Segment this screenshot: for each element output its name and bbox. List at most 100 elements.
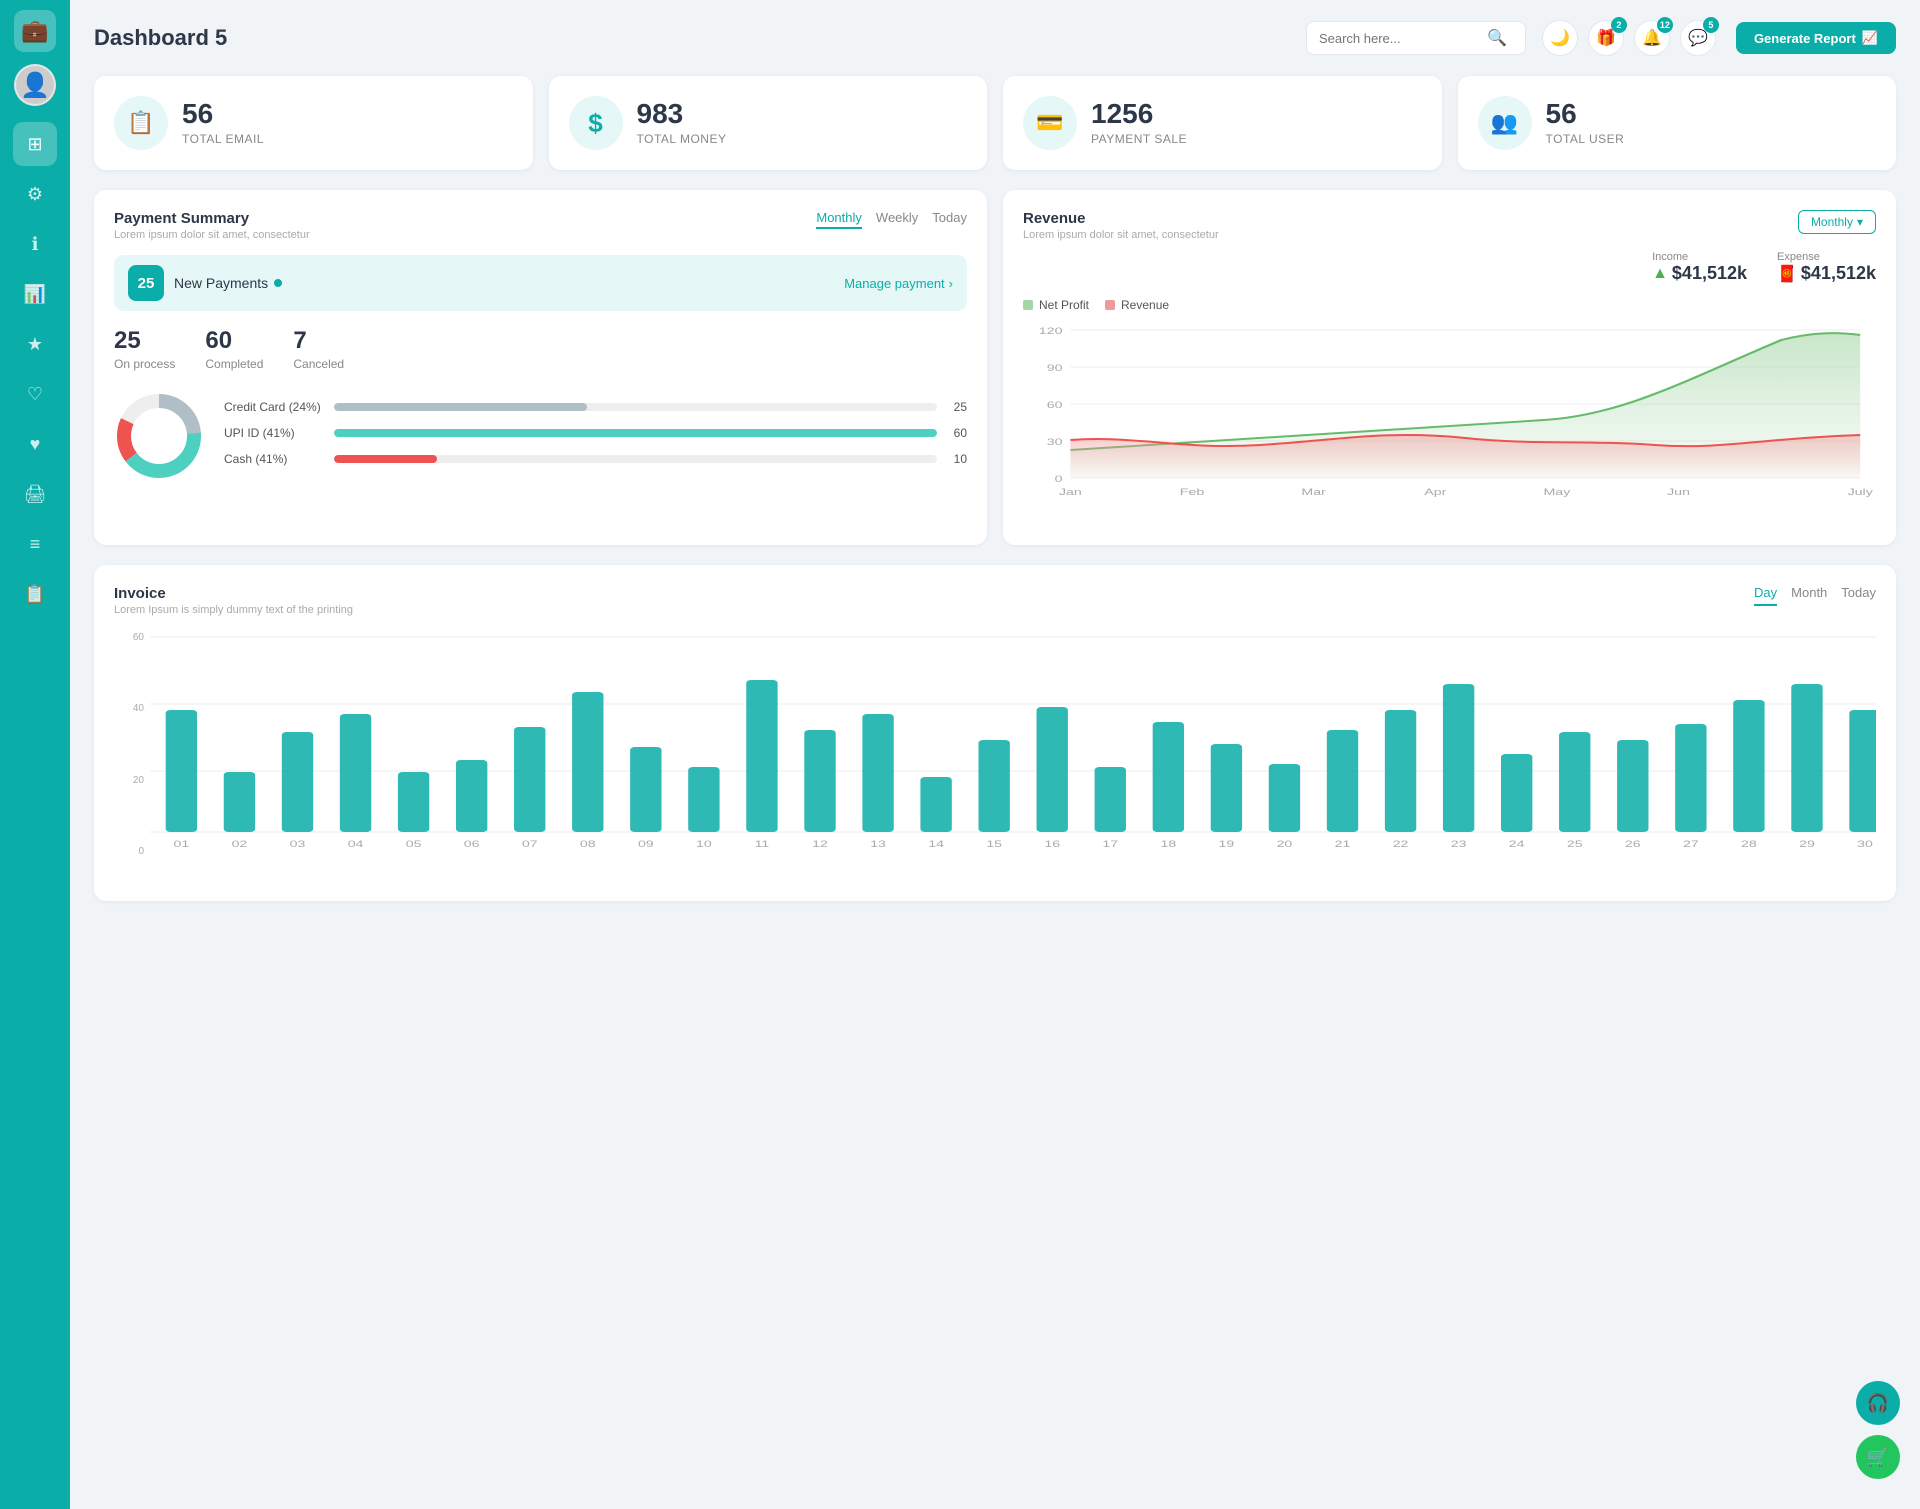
svg-text:03: 03 [290, 839, 306, 850]
pb-value-cash: 10 [947, 452, 967, 466]
chart-icon: 📊 [24, 284, 46, 305]
sidebar-item-info[interactable]: ℹ [13, 222, 57, 266]
svg-text:24: 24 [1509, 839, 1525, 850]
tab-weekly[interactable]: Weekly [876, 210, 918, 229]
revenue-monthly-button[interactable]: Monthly ▾ [1798, 210, 1876, 234]
search-bar[interactable]: 🔍 [1306, 21, 1526, 55]
cart-float-button[interactable]: 🛒 [1856, 1435, 1900, 1479]
bell-button[interactable]: 🔔 12 [1634, 20, 1670, 56]
main-content: Dashboard 5 🔍 🌙 🎁 2 🔔 12 💬 5 Generate Re [70, 0, 1920, 1509]
expense-arrow-icon: 🧧 [1777, 264, 1797, 284]
dark-mode-button[interactable]: 🌙 [1542, 20, 1578, 56]
stat-label-payment: PAYMENT SALE [1091, 132, 1187, 146]
pb-fill-cc [334, 403, 587, 411]
sidebar-item-heart[interactable]: ♥ [13, 422, 57, 466]
completed-stat: 60 Completed [205, 327, 263, 371]
stat-icon-money: $ [569, 96, 623, 150]
y-label-0: 0 [138, 846, 144, 857]
expense-item: Expense 🧧 $41,512k [1777, 251, 1876, 284]
chevron-down-icon: ▾ [1857, 215, 1863, 229]
svg-text:Mar: Mar [1301, 487, 1325, 498]
sidebar-item-list[interactable]: ≡ [13, 522, 57, 566]
svg-text:02: 02 [232, 839, 248, 850]
svg-text:18: 18 [1160, 839, 1176, 850]
invoice-tab-today[interactable]: Today [1841, 585, 1876, 606]
invoice-tab-month[interactable]: Month [1791, 585, 1827, 606]
gift-button[interactable]: 🎁 2 [1588, 20, 1624, 56]
search-input[interactable] [1319, 31, 1479, 46]
svg-text:Feb: Feb [1180, 487, 1205, 498]
svg-text:09: 09 [638, 839, 654, 850]
svg-text:15: 15 [986, 839, 1002, 850]
payment-summary-title: Payment Summary [114, 210, 310, 227]
headset-icon: 🎧 [1867, 1393, 1889, 1414]
svg-text:22: 22 [1393, 839, 1409, 850]
payment-summary-tabs: Monthly Weekly Today [816, 210, 967, 229]
stat-icon-payment: 💳 [1023, 96, 1077, 150]
grid-icon: ⊞ [27, 134, 42, 155]
sidebar-item-grid[interactable]: ⊞ [13, 122, 57, 166]
invoice-tab-day[interactable]: Day [1754, 585, 1777, 606]
payment-summary-header: Payment Summary Lorem ipsum dolor sit am… [114, 210, 967, 241]
svg-text:19: 19 [1219, 839, 1235, 850]
new-payments-dot [274, 279, 282, 287]
donut-svg [114, 391, 204, 481]
manage-payment-link[interactable]: Manage payment › [844, 276, 953, 291]
sidebar-item-printer[interactable]: 🖨 [13, 472, 57, 516]
income-expense-section: Income ▲ $41,512k Expense 🧧 [1023, 251, 1876, 292]
new-payments-bar: 25 New Payments Manage payment › [114, 255, 967, 311]
revenue-header: Revenue Lorem ipsum dolor sit amet, cons… [1023, 210, 1876, 241]
sidebar-item-doc[interactable]: 📋 [13, 572, 57, 616]
gift-badge: 2 [1611, 17, 1627, 33]
sidebar-item-star[interactable]: ★ [13, 322, 57, 366]
svg-text:26: 26 [1625, 839, 1641, 850]
legend-label-revenue: Revenue [1121, 298, 1169, 312]
svg-text:14: 14 [928, 839, 944, 850]
progress-section: Credit Card (24%) 25 UPI ID (41%) 60 [114, 391, 967, 486]
income-value-row: ▲ $41,512k [1652, 263, 1747, 284]
logo-icon: 💼 [21, 18, 48, 44]
monthly-label: Monthly [1811, 215, 1853, 229]
tab-monthly[interactable]: Monthly [816, 210, 862, 229]
income-value: $41,512k [1672, 263, 1747, 284]
sidebar-item-heart-outline[interactable]: ♡ [13, 372, 57, 416]
legend-label-net-profit: Net Profit [1039, 298, 1089, 312]
pb-fill-upi [334, 429, 937, 437]
payment-summary-card: Payment Summary Lorem ipsum dolor sit am… [94, 190, 987, 545]
progress-bar-cash: Cash (41%) 10 [224, 452, 967, 466]
pb-value-cc: 25 [947, 400, 967, 414]
pb-label-cash: Cash (41%) [224, 452, 324, 466]
sidebar-item-chart[interactable]: 📊 [13, 272, 57, 316]
stat-card-money: $ 983 TOTAL MONEY [549, 76, 988, 170]
svg-text:20: 20 [1277, 839, 1293, 850]
pb-value-upi: 60 [947, 426, 967, 440]
info-icon: ℹ [32, 234, 39, 255]
chat-button[interactable]: 💬 5 [1680, 20, 1716, 56]
svg-text:120: 120 [1039, 326, 1063, 337]
svg-text:01: 01 [174, 839, 190, 850]
avatar[interactable]: 👤 [14, 64, 56, 106]
headset-float-button[interactable]: 🎧 [1856, 1381, 1900, 1425]
float-buttons: 🎧 🛒 [1856, 1381, 1900, 1479]
generate-report-button[interactable]: Generate Report 📈 [1736, 22, 1896, 54]
completed-number: 60 [205, 327, 263, 355]
invoice-title: Invoice [114, 585, 353, 602]
pb-label-upi: UPI ID (41%) [224, 426, 324, 440]
on-process-stat: 25 On process [114, 327, 175, 371]
canceled-number: 7 [293, 327, 344, 355]
svg-text:06: 06 [464, 839, 480, 850]
search-icon[interactable]: 🔍 [1487, 28, 1507, 48]
stats-row: 📋 56 TOTAL EMAIL $ 983 TOTAL MONEY 💳 125… [94, 76, 1896, 170]
payment-stats: 25 On process 60 Completed 7 Canceled [114, 327, 967, 371]
sidebar-item-settings[interactable]: ⚙ [13, 172, 57, 216]
progress-bar-upi: UPI ID (41%) 60 [224, 426, 967, 440]
income-label: Income [1652, 251, 1747, 263]
stat-number-payment: 1256 [1091, 100, 1187, 128]
sidebar-logo[interactable]: 💼 [14, 10, 56, 52]
svg-text:21: 21 [1335, 839, 1351, 850]
svg-text:11: 11 [755, 839, 770, 850]
svg-text:Apr: Apr [1424, 487, 1446, 498]
tab-today[interactable]: Today [932, 210, 967, 229]
income-item: Income ▲ $41,512k [1652, 251, 1747, 284]
avatar-image: 👤 [20, 71, 50, 100]
